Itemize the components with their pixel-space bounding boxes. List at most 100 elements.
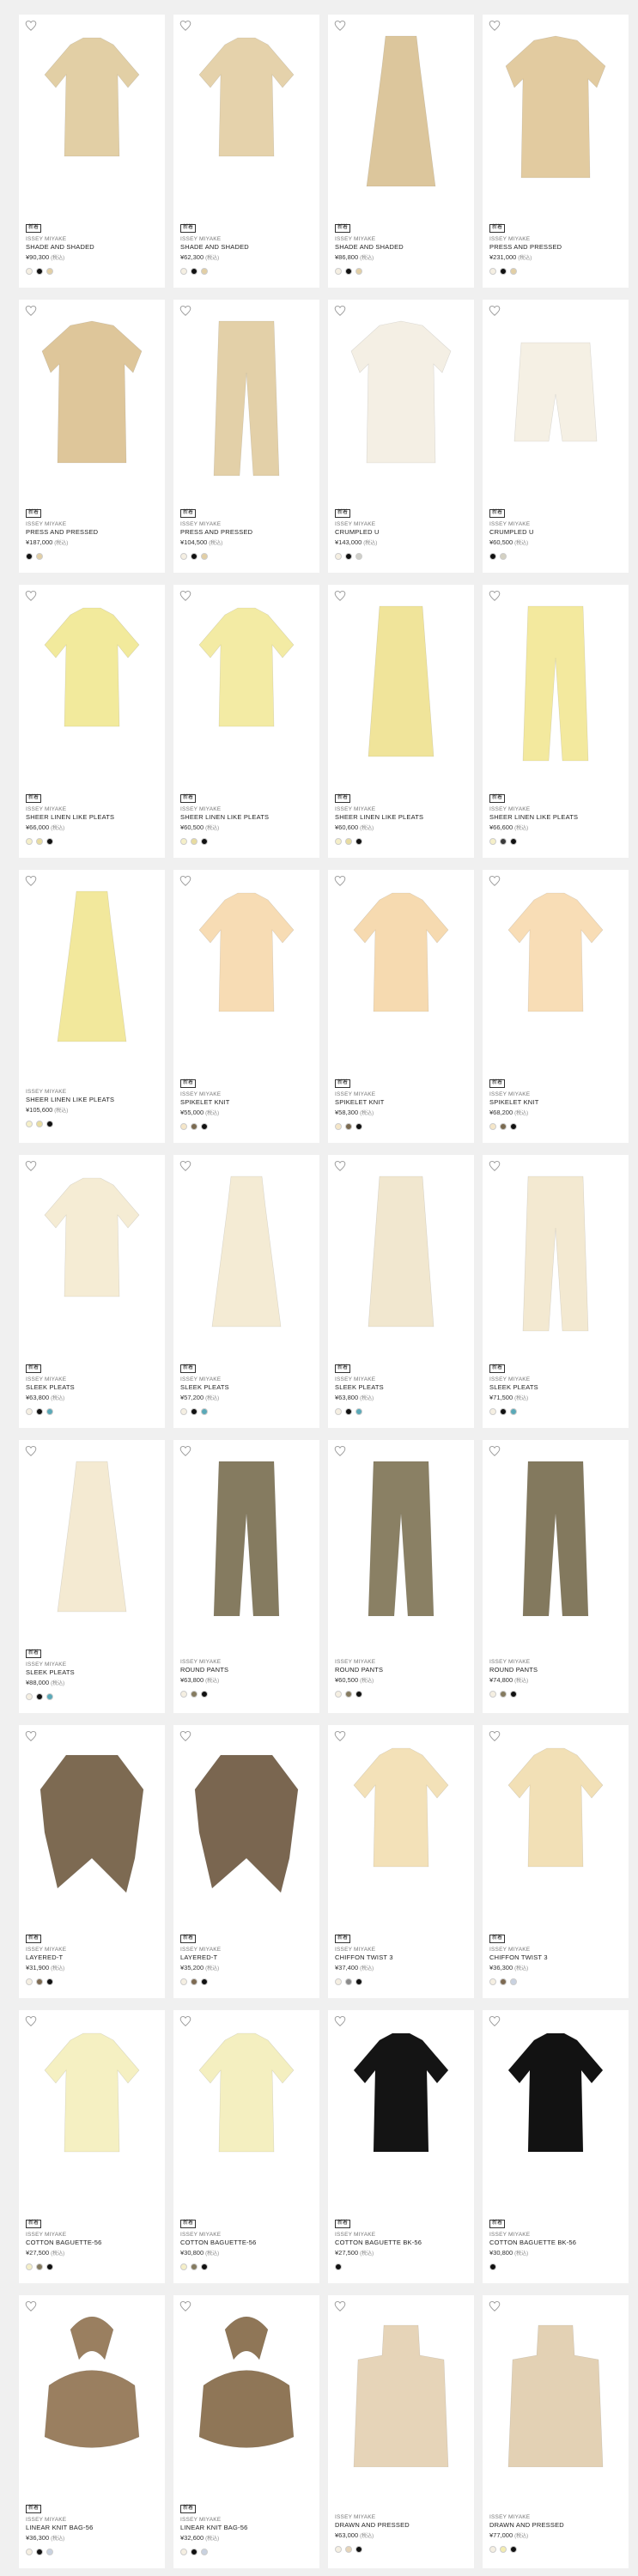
product-card[interactable]: 新着 ISSEY MIYAKE PRESS AND PRESSED ¥231,0… (483, 15, 629, 288)
color-swatch[interactable] (500, 1691, 507, 1698)
color-swatch[interactable] (355, 838, 362, 845)
color-swatch[interactable] (180, 268, 187, 275)
color-swatch[interactable] (500, 268, 507, 275)
product-name[interactable]: LAYERED-T (180, 1953, 314, 1962)
color-swatch[interactable] (500, 1408, 507, 1415)
product-card[interactable]: 新着 ISSEY MIYAKE CHIFFON TWIST 3 ¥36,300(… (483, 1725, 629, 1998)
product-image[interactable] (328, 1163, 474, 1344)
color-swatch[interactable] (191, 1123, 197, 1130)
color-swatch[interactable] (335, 838, 342, 845)
product-image[interactable] (328, 1449, 474, 1629)
color-swatch[interactable] (355, 1408, 362, 1415)
product-card[interactable]: 新着 ISSEY MIYAKE SPIKELET KNIT ¥55,000 (税込… (173, 870, 319, 1143)
product-image[interactable] (19, 878, 165, 1059)
color-swatch[interactable] (489, 1691, 496, 1698)
product-image[interactable] (483, 1449, 629, 1629)
product-name[interactable]: LAYERED-T (26, 1953, 160, 1962)
product-image[interactable] (19, 23, 165, 204)
color-swatch[interactable] (510, 268, 517, 275)
product-name[interactable]: ROUND PANTS (489, 1666, 623, 1674)
color-swatch[interactable] (46, 268, 53, 275)
color-swatch[interactable] (510, 838, 517, 845)
color-swatch[interactable] (191, 838, 197, 845)
product-image[interactable] (328, 593, 474, 774)
color-swatch[interactable] (355, 553, 362, 560)
color-swatch[interactable] (191, 1691, 197, 1698)
product-card[interactable]: 新着 ISSEY MIYAKE SLEEK PLEATS ¥63,800 (税込) (19, 1155, 165, 1428)
color-swatch[interactable] (510, 2546, 517, 2553)
product-name[interactable]: SHEER LINEN LIKE PLEATS (26, 813, 160, 822)
product-name[interactable]: SHEER LINEN LIKE PLEATS (26, 1096, 160, 1104)
product-name[interactable]: SHEER LINEN LIKE PLEATS (489, 813, 623, 822)
color-swatch[interactable] (500, 1123, 507, 1130)
product-name[interactable]: SLEEK PLEATS (489, 1383, 623, 1392)
color-swatch[interactable] (489, 1978, 496, 1985)
color-swatch[interactable] (335, 2263, 342, 2270)
product-card[interactable]: 新着 ISSEY MIYAKE PRESS AND PRESSED ¥187,0… (19, 300, 165, 573)
color-swatch[interactable] (355, 268, 362, 275)
color-swatch[interactable] (201, 553, 208, 560)
product-image[interactable] (19, 1734, 165, 1914)
product-card[interactable]: 新着 ISSEY MIYAKE SHADE AND SHADED ¥90,300… (19, 15, 165, 288)
color-swatch[interactable] (46, 1408, 53, 1415)
color-swatch[interactable] (201, 1123, 208, 1130)
color-swatch[interactable] (180, 1691, 187, 1698)
color-swatch[interactable] (180, 838, 187, 845)
color-swatch[interactable] (201, 838, 208, 845)
product-card[interactable]: 新着 ISSEY MIYAKE SHEER LINEN LIKE PLEATS … (328, 585, 474, 858)
product-image[interactable] (483, 1734, 629, 1914)
product-name[interactable]: COTTON BAGUETTE BK-56 (489, 2239, 623, 2247)
color-swatch[interactable] (46, 1693, 53, 1700)
product-name[interactable]: SLEEK PLEATS (335, 1383, 469, 1392)
product-image[interactable] (19, 593, 165, 774)
color-swatch[interactable] (500, 2546, 507, 2553)
color-swatch[interactable] (26, 1693, 33, 1700)
product-image[interactable] (173, 2019, 319, 2199)
product-image[interactable] (19, 1163, 165, 1344)
color-swatch[interactable] (36, 1978, 43, 1985)
product-card[interactable]: 新着 ISSEY MIYAKE CRUMPLED U ¥60,500 (税込) (483, 300, 629, 573)
product-name[interactable]: PRESS AND PRESSED (26, 528, 160, 537)
product-card[interactable]: 新着 ISSEY MIYAKE PRESS AND PRESSED ¥104,5… (173, 300, 319, 573)
product-name[interactable]: LINEAR KNIT BAG-56 (180, 2524, 314, 2532)
color-swatch[interactable] (489, 1408, 496, 1415)
product-image[interactable] (328, 878, 474, 1059)
color-swatch[interactable] (355, 2546, 362, 2553)
color-swatch[interactable] (26, 1408, 33, 1415)
product-image[interactable] (483, 1163, 629, 1344)
color-swatch[interactable] (180, 553, 187, 560)
color-swatch[interactable] (46, 2549, 53, 2555)
product-image[interactable] (483, 878, 629, 1059)
color-swatch[interactable] (191, 2263, 197, 2270)
product-image[interactable] (328, 308, 474, 489)
product-name[interactable]: SPIKELET KNIT (335, 1098, 469, 1107)
product-card[interactable]: ISSEY MIYAKE ROUND PANTS ¥74,800 (税込) (483, 1440, 629, 1713)
product-image[interactable] (19, 1449, 165, 1629)
color-swatch[interactable] (36, 1121, 43, 1127)
product-card[interactable]: 新着 ISSEY MIYAKE SHADE AND SHADED ¥86,800… (328, 15, 474, 288)
color-swatch[interactable] (36, 2549, 43, 2555)
product-name[interactable]: SHADE AND SHADED (180, 243, 314, 252)
product-image[interactable] (483, 23, 629, 204)
product-card[interactable]: 新着 ISSEY MIYAKE COTTON BAGUETTE BK-56 ¥2… (328, 2010, 474, 2283)
product-card[interactable]: ISSEY MIYAKE ROUND PANTS ¥63,800 (税込) (173, 1440, 319, 1713)
color-swatch[interactable] (335, 1691, 342, 1698)
product-card[interactable]: 新着 ISSEY MIYAKE LINEAR KNIT BAG-56 ¥36,3… (19, 2295, 165, 2568)
product-image[interactable] (19, 2304, 165, 2484)
color-swatch[interactable] (26, 1978, 33, 1985)
color-swatch[interactable] (36, 1693, 43, 1700)
product-card[interactable]: 新着 ISSEY MIYAKE LAYERED-T ¥31,900 (税込) (19, 1725, 165, 1998)
product-image[interactable] (173, 1163, 319, 1344)
product-card[interactable]: ISSEY MIYAKE SHEER LINEN LIKE PLEATS ¥10… (19, 870, 165, 1143)
color-swatch[interactable] (489, 2263, 496, 2270)
product-image[interactable] (483, 2304, 629, 2484)
product-name[interactable]: ROUND PANTS (180, 1666, 314, 1674)
product-card[interactable]: 新着 ISSEY MIYAKE SPIKELET KNIT ¥58,300 (税込… (328, 870, 474, 1143)
product-card[interactable]: ISSEY MIYAKE ROUND PANTS ¥60,500 (税込) (328, 1440, 474, 1713)
color-swatch[interactable] (46, 838, 53, 845)
product-card[interactable]: 新着 ISSEY MIYAKE COTTON BAGUETTE-56 ¥30,8… (173, 2010, 319, 2283)
color-swatch[interactable] (36, 1408, 43, 1415)
color-swatch[interactable] (355, 1123, 362, 1130)
color-swatch[interactable] (345, 268, 352, 275)
color-swatch[interactable] (335, 2546, 342, 2553)
